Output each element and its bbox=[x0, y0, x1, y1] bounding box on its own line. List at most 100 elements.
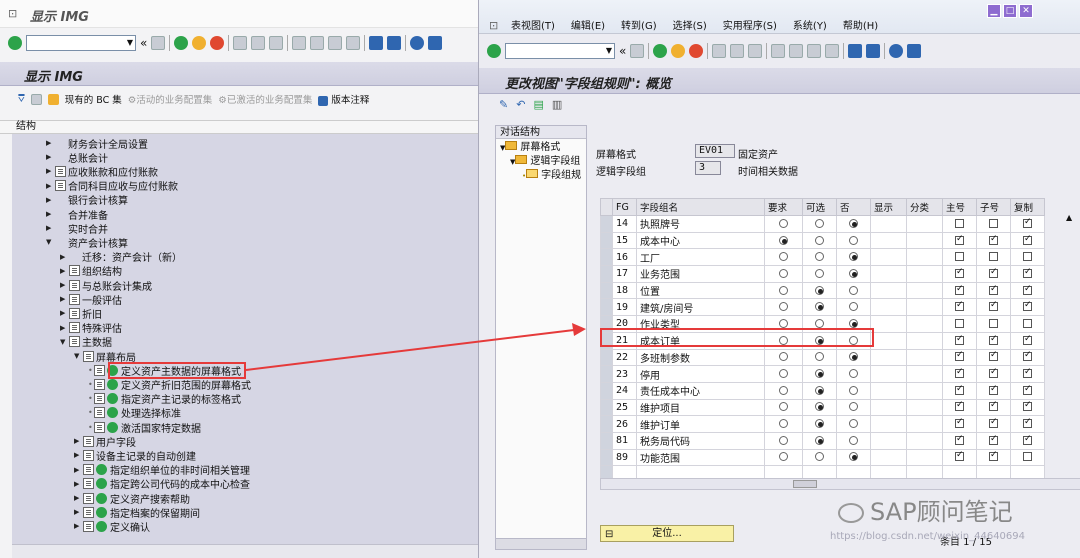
required-radio[interactable] bbox=[779, 268, 788, 278]
expand-icon[interactable]: ▶ bbox=[60, 267, 69, 275]
tree-node[interactable]: ▼ 资产会计核算 bbox=[46, 235, 128, 250]
document-icon[interactable] bbox=[83, 506, 94, 518]
copy-checkbox[interactable] bbox=[1023, 300, 1032, 312]
tree-node[interactable]: ▶ 指定档案的保留期间 bbox=[74, 505, 200, 520]
execute-icon[interactable] bbox=[96, 478, 107, 490]
tree-node[interactable]: ▶ 折旧 bbox=[60, 306, 102, 321]
column-header[interactable]: 否 bbox=[836, 198, 871, 216]
document-icon[interactable] bbox=[69, 279, 80, 291]
dialog-hscrollbar[interactable] bbox=[495, 538, 587, 550]
tree-node[interactable]: ▶ 定义确认 bbox=[74, 519, 150, 534]
tree-node[interactable]: ▶ 银行会计核算 bbox=[46, 193, 128, 208]
dialog-item-screen-layout[interactable]: ▼ 屏幕格式 bbox=[500, 141, 586, 155]
sub-number-checkbox[interactable] bbox=[989, 284, 998, 295]
expand-icon[interactable]: ⩢ bbox=[18, 92, 25, 106]
copy-checkbox[interactable] bbox=[1023, 252, 1032, 262]
maximize-icon[interactable]: □ bbox=[1003, 4, 1017, 18]
column-header[interactable]: 字段组名 bbox=[636, 198, 765, 216]
dropdown-icon[interactable]: ▼ bbox=[606, 46, 612, 55]
row-selector[interactable] bbox=[600, 298, 613, 317]
select-all-icon[interactable]: ▤ bbox=[533, 98, 543, 111]
document-icon[interactable] bbox=[94, 364, 105, 376]
shortcut-icon[interactable] bbox=[866, 44, 881, 58]
back-arrows-icon[interactable]: « bbox=[140, 36, 147, 50]
scroll-thumb[interactable] bbox=[793, 480, 817, 488]
sub-number-checkbox[interactable] bbox=[989, 417, 998, 429]
required-radio[interactable] bbox=[779, 402, 788, 412]
menu-item[interactable]: 表视图(T) bbox=[511, 17, 555, 32]
execute-icon[interactable] bbox=[107, 421, 118, 433]
row-selector[interactable] bbox=[600, 248, 613, 267]
collapse-icon[interactable]: ▼ bbox=[46, 238, 55, 246]
tree-node[interactable]: ▶ 定义资产搜索帮助 bbox=[74, 491, 190, 506]
suppressed-radio[interactable] bbox=[849, 285, 858, 295]
collapse-icon[interactable]: ▼ bbox=[60, 338, 69, 346]
copy-checkbox[interactable] bbox=[1023, 217, 1032, 228]
expand-icon[interactable]: ▶ bbox=[60, 309, 69, 317]
row-selector[interactable] bbox=[600, 265, 613, 283]
document-icon[interactable] bbox=[55, 180, 66, 192]
menu-item[interactable]: 转到(G) bbox=[621, 17, 657, 32]
optional-radio[interactable] bbox=[815, 419, 824, 429]
execute-icon[interactable] bbox=[107, 407, 118, 419]
copy-checkbox[interactable] bbox=[1023, 452, 1032, 462]
suppressed-radio[interactable] bbox=[849, 435, 858, 445]
sub-number-checkbox[interactable] bbox=[989, 434, 998, 445]
document-icon[interactable] bbox=[69, 293, 80, 305]
undo-icon[interactable]: ↶ bbox=[516, 98, 525, 111]
execute-icon[interactable] bbox=[107, 393, 118, 405]
tree-node[interactable]: ▶ 合并准备 bbox=[46, 207, 108, 222]
tree-node[interactable]: • 激活国家特定数据 bbox=[88, 420, 201, 435]
execute-icon[interactable] bbox=[96, 506, 107, 518]
required-radio[interactable] bbox=[779, 419, 788, 429]
first-page-icon[interactable] bbox=[771, 44, 786, 58]
change-display-icon[interactable]: ✎ bbox=[499, 98, 508, 111]
optional-radio[interactable] bbox=[815, 268, 824, 278]
new-session-icon[interactable] bbox=[369, 36, 384, 50]
row-selector[interactable] bbox=[600, 348, 613, 367]
subtree-icon[interactable] bbox=[30, 93, 42, 105]
shortcut-icon[interactable] bbox=[387, 36, 402, 50]
find-next-icon[interactable] bbox=[269, 36, 284, 50]
main-number-checkbox[interactable] bbox=[955, 300, 964, 312]
optional-radio[interactable] bbox=[815, 435, 824, 445]
back-icon[interactable] bbox=[174, 36, 189, 50]
save-icon[interactable] bbox=[151, 36, 166, 50]
active-bc-button[interactable]: ⚙活动的业务配置集 bbox=[128, 92, 213, 106]
optional-radio[interactable] bbox=[815, 285, 824, 295]
next-page-icon[interactable] bbox=[807, 44, 822, 58]
suppressed-radio[interactable] bbox=[849, 235, 858, 245]
required-radio[interactable] bbox=[779, 252, 788, 262]
required-radio[interactable] bbox=[779, 385, 788, 395]
sub-number-checkbox[interactable] bbox=[989, 234, 998, 245]
column-header[interactable]: 复制 bbox=[1010, 198, 1045, 216]
row-selector[interactable] bbox=[600, 448, 613, 467]
new-session-icon[interactable] bbox=[848, 44, 863, 58]
find-icon[interactable] bbox=[251, 36, 266, 50]
document-icon[interactable] bbox=[69, 322, 80, 334]
help-icon[interactable] bbox=[889, 44, 904, 58]
main-number-checkbox[interactable] bbox=[955, 318, 964, 328]
main-number-checkbox[interactable] bbox=[955, 234, 964, 245]
tree-node[interactable]: ▶ 组织结构 bbox=[60, 264, 122, 278]
required-radio[interactable] bbox=[779, 285, 788, 295]
enter-icon[interactable] bbox=[8, 36, 22, 50]
back-arrows-icon[interactable]: « bbox=[619, 44, 626, 58]
document-icon[interactable] bbox=[94, 378, 105, 390]
expand-icon[interactable]: ▶ bbox=[60, 253, 69, 261]
suppressed-radio[interactable] bbox=[849, 252, 858, 262]
command-field[interactable]: ▼ bbox=[26, 35, 136, 51]
tree-node[interactable]: ▶ 指定跨公司代码的成本中心检查 bbox=[74, 477, 250, 491]
prev-page-icon[interactable] bbox=[789, 44, 804, 58]
expand-icon[interactable]: ▶ bbox=[74, 466, 83, 474]
tree-node[interactable]: ▶ 总账会计 bbox=[46, 150, 108, 165]
expand-icon[interactable]: ▶ bbox=[46, 224, 55, 232]
required-radio[interactable] bbox=[779, 452, 788, 462]
required-radio[interactable] bbox=[779, 369, 788, 379]
optional-radio[interactable] bbox=[815, 218, 824, 228]
optional-radio[interactable] bbox=[815, 302, 824, 312]
select-all-cell[interactable] bbox=[600, 198, 613, 216]
document-icon[interactable] bbox=[83, 435, 94, 447]
back-icon[interactable] bbox=[653, 44, 668, 58]
minimize-icon[interactable]: ▁ bbox=[987, 4, 1001, 18]
